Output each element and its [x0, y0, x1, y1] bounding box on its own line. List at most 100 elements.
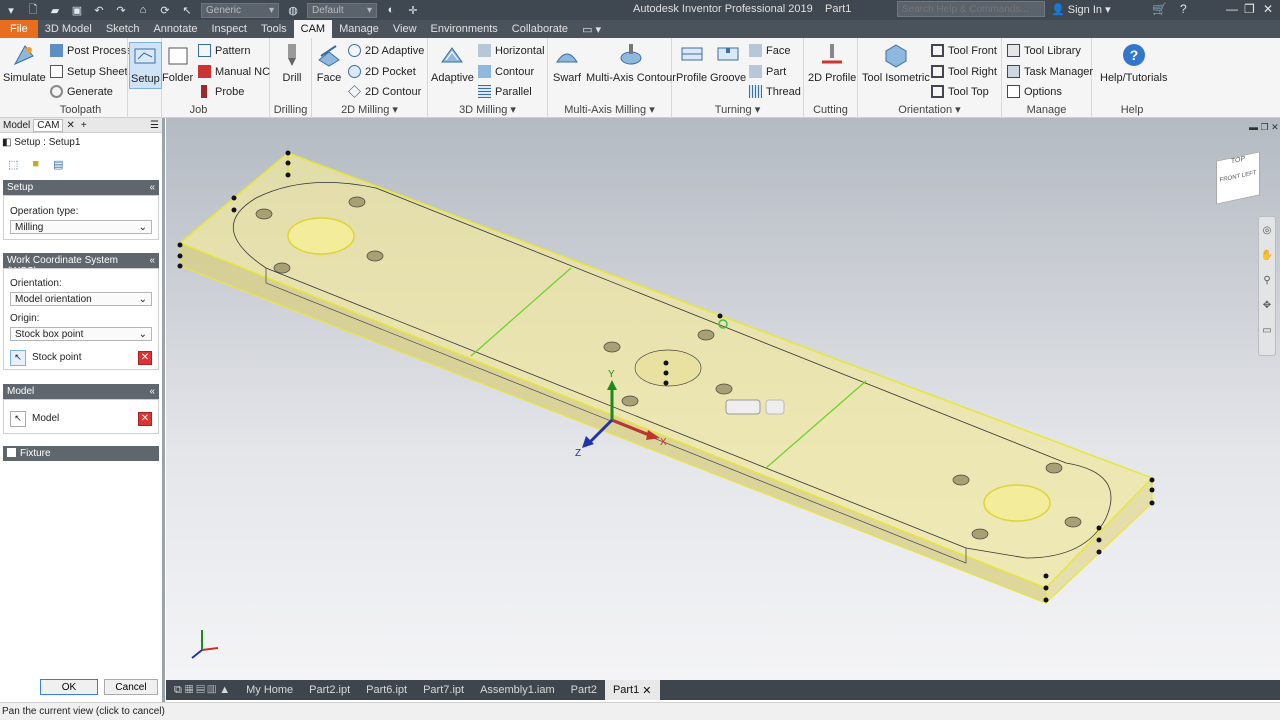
tab-sketch[interactable]: Sketch — [99, 20, 147, 38]
model-selector[interactable]: ↖ Model ✕ — [10, 410, 152, 427]
view-face-icon[interactable]: ▭ — [1262, 325, 1271, 336]
setup-button[interactable]: Setup — [129, 42, 162, 89]
swarf-button[interactable]: Swarf — [553, 42, 581, 84]
tab-view[interactable]: View — [386, 20, 424, 38]
2d-contour-button[interactable]: 2D Contour — [348, 83, 421, 100]
post-process-button[interactable]: Post Process — [50, 42, 132, 59]
color-override-icon[interactable]: ◐ — [383, 3, 399, 17]
restore-icon[interactable]: ❐ — [1244, 2, 1255, 16]
clear-model-icon[interactable]: ✕ — [138, 411, 152, 426]
help-tutorials-button[interactable]: ? Help/Tutorials — [1100, 42, 1167, 84]
viewcube[interactable]: TOP FRONT LEFT — [1216, 151, 1260, 205]
app-menu-icon[interactable]: ▾ — [3, 3, 19, 17]
select-icon[interactable]: ↖ — [179, 3, 195, 17]
model-canvas[interactable]: Y X Z — [166, 118, 1280, 680]
tab-cam-browser[interactable]: CAM — [33, 118, 64, 132]
panel-title-2d-milling[interactable]: 2D Milling ▾ — [312, 103, 427, 116]
drill-button[interactable]: Drill — [278, 42, 306, 84]
origin-select[interactable]: Stock box point ⌄ — [10, 327, 152, 341]
close-doc-icon[interactable]: ✕ — [642, 684, 651, 697]
tile-view-icons[interactable]: ⧉ ▦ ▤ ▥ ▲ — [166, 680, 238, 700]
tool-front-button[interactable]: Tool Front — [931, 42, 997, 59]
doctab-assembly1-iam[interactable]: Assembly1.iam — [472, 680, 563, 700]
2d-pocket-button[interactable]: 2D Pocket — [348, 63, 416, 80]
clear-selection-icon[interactable]: ✕ — [138, 350, 152, 365]
material-dropdown[interactable]: Generic ▾ — [201, 2, 279, 18]
orbit-icon[interactable]: ✥ — [1263, 300, 1271, 311]
viewcube-front[interactable]: FRONT — [1220, 174, 1241, 184]
tab-model-browser[interactable]: Model — [0, 120, 33, 131]
manual-nc-button[interactable]: Manual NC — [198, 63, 270, 80]
ok-button[interactable]: OK — [40, 679, 98, 695]
profile-button[interactable]: Profile — [676, 42, 707, 84]
tool-top-button[interactable]: Tool Top — [931, 83, 989, 100]
part-button[interactable]: Part — [749, 63, 786, 80]
zoom-icon[interactable]: ⚲ — [1263, 275, 1270, 286]
folder-button[interactable]: Folder — [162, 42, 193, 84]
doctab-my-home[interactable]: My Home — [238, 680, 301, 700]
minimize-icon[interactable]: — — [1226, 2, 1238, 16]
fixture-checkbox[interactable] — [7, 448, 16, 457]
adaptive-button[interactable]: Adaptive — [431, 42, 474, 84]
pan-icon[interactable]: ✋ — [1261, 250, 1273, 261]
options-button[interactable]: Options — [1007, 83, 1062, 100]
tab-cam[interactable]: CAM — [293, 20, 333, 38]
appearance-dropdown[interactable]: Default ▾ — [307, 2, 377, 18]
menu-icon[interactable]: ☰ — [147, 120, 162, 131]
panel-title-3d-milling[interactable]: 3D Milling ▾ — [428, 103, 547, 116]
2d-adaptive-button[interactable]: 2D Adaptive — [348, 42, 424, 59]
mini-toolbar[interactable] — [725, 399, 785, 415]
stock-point-selector[interactable]: ↖ Stock point ✕ — [10, 349, 152, 366]
update-icon[interactable]: ⟳ — [157, 3, 173, 17]
close-icon[interactable]: ✕ — [1263, 2, 1273, 16]
cart-icon[interactable]: 🛒 — [1152, 2, 1167, 16]
doctab-part6-ipt[interactable]: Part6.ipt — [358, 680, 415, 700]
search-input[interactable] — [897, 1, 1045, 17]
add-tab-icon[interactable]: + — [78, 120, 90, 131]
probe-button[interactable]: Probe — [198, 83, 244, 100]
face-2d-button[interactable]: Face — [315, 42, 343, 84]
tool-library-button[interactable]: Tool Library — [1007, 42, 1081, 59]
doctab-part2-ipt[interactable]: Part2.ipt — [301, 680, 358, 700]
redo-icon[interactable]: ↷ — [113, 3, 129, 17]
tool-right-button[interactable]: Tool Right — [931, 63, 997, 80]
setup-sheet-button[interactable]: Setup Sheet — [50, 63, 128, 80]
appearance-icon[interactable]: ◍ — [285, 3, 301, 17]
generate-button[interactable]: Generate — [50, 83, 113, 100]
ribbon-options-icon[interactable]: ▭ ▾ — [575, 20, 608, 38]
simulate-button[interactable]: Simulate — [3, 42, 46, 84]
2d-profile-button[interactable]: 2D Profile — [808, 42, 856, 84]
tab-file[interactable]: File — [0, 20, 38, 38]
tool-isometric-button[interactable]: Tool Isometric — [862, 42, 930, 84]
fixture-section-header[interactable]: Fixture — [3, 446, 159, 461]
new-file-icon[interactable]: 🗋 — [25, 3, 41, 17]
multi-axis-contour-button[interactable]: Multi-Axis Contour — [586, 42, 676, 84]
task-manager-button[interactable]: Task Manager — [1007, 63, 1093, 80]
model-section-header[interactable]: Model « — [3, 384, 159, 399]
close-tab-icon[interactable]: ✕ — [63, 120, 77, 131]
tab-annotate[interactable]: Annotate — [146, 20, 204, 38]
sign-in-button[interactable]: 👤 Sign In ▾ — [1051, 3, 1111, 16]
parallel-button[interactable]: Parallel — [478, 83, 532, 100]
turning-face-button[interactable]: Face — [749, 42, 790, 59]
tab-collaborate[interactable]: Collaborate — [505, 20, 575, 38]
undo-icon[interactable]: ↶ — [91, 3, 107, 17]
setup-tab-icon[interactable]: ⬚ — [8, 158, 18, 171]
help-icon[interactable]: ? — [1180, 2, 1187, 16]
stock-tab-icon[interactable]: ■ — [32, 158, 39, 171]
wcs-section-header[interactable]: Work Coordinate System (WCS)« — [3, 253, 159, 277]
viewcube-left[interactable]: LEFT — [1242, 170, 1257, 179]
doctab-part1[interactable]: Part1 ✕ — [604, 680, 660, 700]
groove-button[interactable]: Groove — [710, 42, 746, 84]
panel-title-orientation[interactable]: Orientation ▾ — [858, 103, 1001, 116]
graphics-window[interactable]: Y X Z TOP FRONT LEFT ▬ ❐ ✕ ◎ ✋ ⚲ ✥ ▭ — [166, 118, 1280, 680]
viewport-restore-icon[interactable]: ▬ ❐ ✕ — [1249, 122, 1279, 133]
steering-wheel-icon[interactable]: ◎ — [1263, 225, 1272, 236]
doctab-part7-ipt[interactable]: Part7.ipt — [415, 680, 472, 700]
panel-title-turning[interactable]: Turning ▾ — [672, 103, 803, 116]
contour-button[interactable]: Contour — [478, 63, 534, 80]
doctab-part2[interactable]: Part2 — [563, 680, 605, 700]
tab-environments[interactable]: Environments — [424, 20, 505, 38]
tab-3d-model[interactable]: 3D Model — [38, 20, 99, 38]
save-icon[interactable]: ▣ — [69, 3, 85, 17]
